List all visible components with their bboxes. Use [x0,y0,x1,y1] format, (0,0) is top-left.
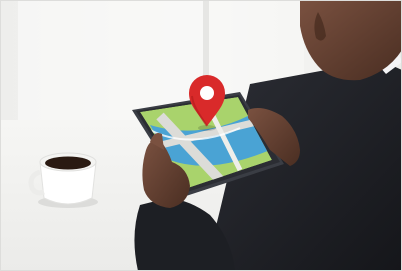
coffee [45,156,91,170]
photo-illustration [0,0,402,271]
window-panel [18,0,203,120]
photo-scene [0,0,402,271]
